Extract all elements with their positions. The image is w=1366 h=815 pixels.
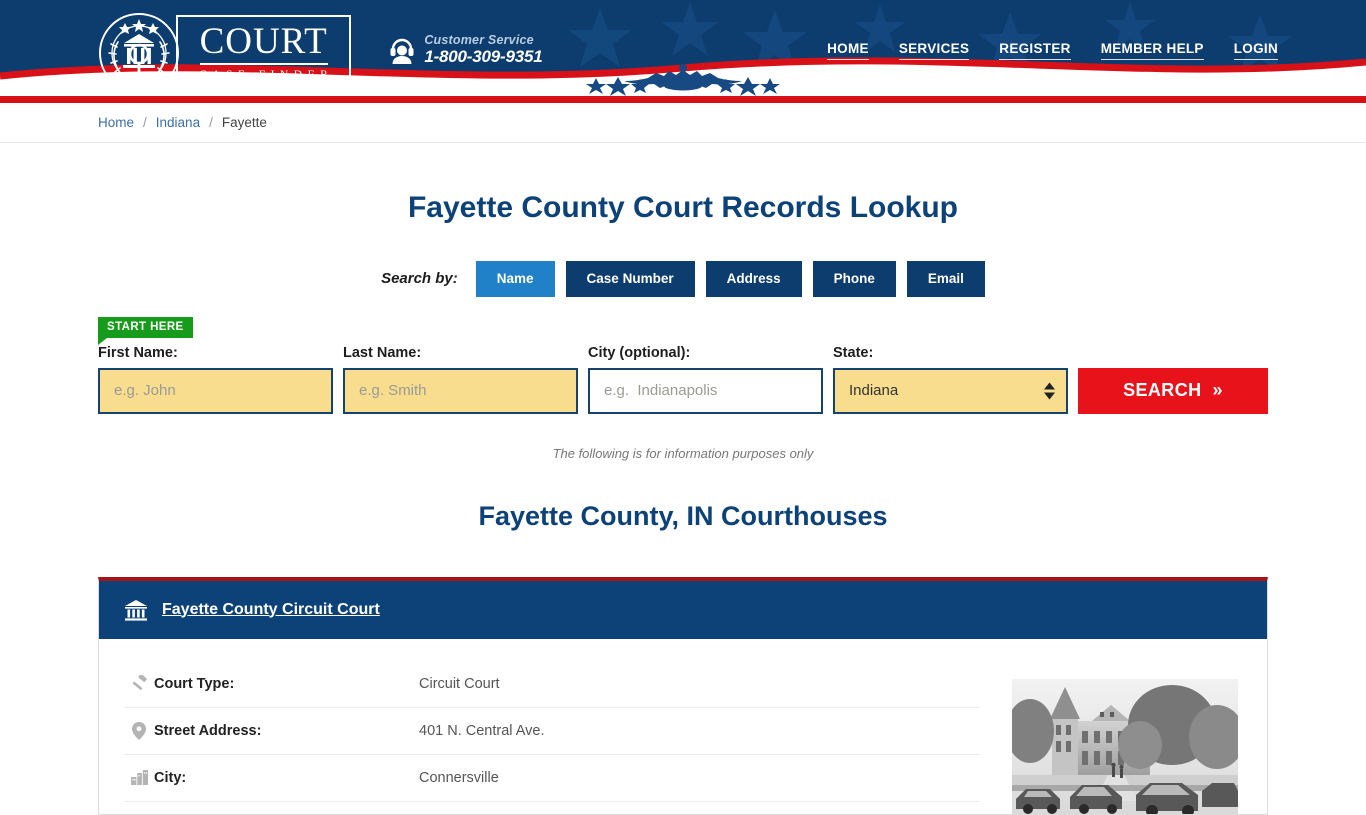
breadcrumb-item-home[interactable]: Home xyxy=(98,115,134,130)
last-name-input[interactable] xyxy=(343,367,578,414)
search-button[interactable]: SEARCH » xyxy=(1078,367,1268,414)
first-name-label: First Name: xyxy=(98,344,178,361)
court-card: Fayette County Circuit Court Court Type:… xyxy=(98,576,1268,815)
double-chevron-right-icon: » xyxy=(1212,380,1223,400)
search-by-tabs: Search by: Name Case Number Address Phon… xyxy=(0,261,1366,297)
state-label: State: xyxy=(833,344,874,361)
court-details-list: Court Type: Circuit Court Street Address… xyxy=(124,661,980,814)
detail-row-street-address: Street Address: 401 N. Central Ave. xyxy=(124,708,980,755)
city-input[interactable] xyxy=(588,367,823,414)
last-name-field-group: Last Name: xyxy=(343,345,578,414)
site-header: COURT CASE FINDER Customer Service 1-800… xyxy=(0,0,1366,96)
court-name-link[interactable]: Fayette County Circuit Court xyxy=(162,601,380,619)
disclaimer-text: The following is for information purpose… xyxy=(552,445,814,461)
detail-value-city: Connersville xyxy=(419,769,499,786)
tab-email[interactable]: Email xyxy=(906,261,985,297)
tab-case-number[interactable]: Case Number xyxy=(565,261,695,297)
detail-row-court-type: Court Type: Circuit Court xyxy=(124,661,980,708)
breadcrumb-item-current: Fayette xyxy=(221,115,267,130)
header-red-bar xyxy=(0,96,1366,103)
detail-value-street-address: 401 N. Central Ave. xyxy=(419,722,545,739)
search-button-label: SEARCH xyxy=(1123,380,1202,400)
tab-name[interactable]: Name xyxy=(475,261,555,297)
map-pin-icon xyxy=(124,721,154,740)
courthouses-section-title: Fayette County, IN Courthouses xyxy=(478,500,888,531)
courthouse-photo xyxy=(1012,678,1238,814)
city-icon xyxy=(124,770,154,785)
tab-phone[interactable]: Phone xyxy=(812,261,896,297)
first-name-input[interactable] xyxy=(98,367,333,414)
breadcrumb: Home / Indiana / Fayette xyxy=(0,103,1366,143)
tab-address[interactable]: Address xyxy=(705,261,802,297)
city-label: City (optional): xyxy=(588,344,691,361)
gavel-icon xyxy=(124,675,154,692)
court-card-body: Court Type: Circuit Court Street Address… xyxy=(99,639,1267,814)
page-title: Fayette County Court Records Lookup xyxy=(407,191,959,224)
search-form: First Name: Last Name: City (optional): … xyxy=(0,345,1366,414)
city-field-group: City (optional): xyxy=(588,345,823,414)
detail-label-city: City: xyxy=(154,769,187,786)
detail-row-city: City: Connersville xyxy=(124,755,980,802)
detail-label-street-address: Street Address: xyxy=(154,722,262,739)
breadcrumb-separator: / xyxy=(143,115,147,130)
breadcrumb-separator: / xyxy=(209,115,213,130)
first-name-field-group: First Name: xyxy=(98,345,333,414)
start-here-badge: START HERE xyxy=(98,316,193,345)
detail-value-court-type: Circuit Court xyxy=(419,675,500,692)
courthouse-icon xyxy=(125,599,147,621)
state-field-group: State: Indiana xyxy=(833,345,1068,414)
search-by-label: Search by: xyxy=(381,270,458,288)
court-card-header: Fayette County Circuit Court xyxy=(99,580,1267,639)
customer-service-label: Customer Service xyxy=(424,33,534,47)
last-name-label: Last Name: xyxy=(343,344,422,361)
court-photo-column xyxy=(1012,661,1242,814)
breadcrumb-item-indiana[interactable]: Indiana xyxy=(156,115,200,130)
detail-label-court-type: Court Type: xyxy=(154,675,235,692)
eagle-emblem-icon xyxy=(586,64,780,96)
state-select[interactable]: Indiana xyxy=(833,367,1068,414)
